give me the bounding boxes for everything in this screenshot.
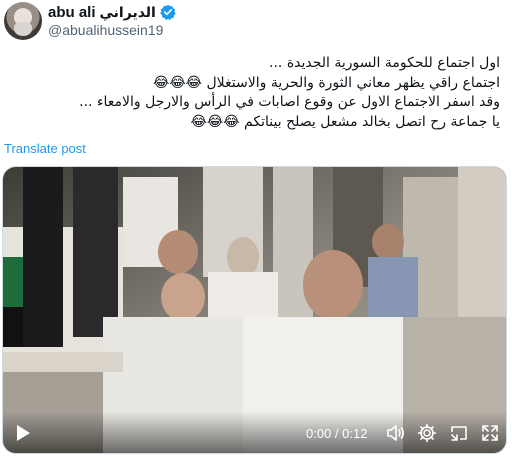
- video-player[interactable]: 0:00 / 0:12: [2, 166, 507, 454]
- picture-in-picture-button[interactable]: [448, 422, 470, 444]
- tweet-text: اول اجتماع للحكومة السورية الجديدة ... ا…: [8, 54, 500, 132]
- tweet-line: اجتماع راقي يظهر معاني الثورة والحرية وا…: [152, 74, 500, 91]
- video-time: 0:00 / 0:12: [306, 426, 368, 441]
- translate-post-link[interactable]: Translate post: [4, 141, 86, 156]
- play-icon: [17, 425, 30, 441]
- author-name-arabic[interactable]: الديراني: [100, 4, 156, 21]
- author-name-row[interactable]: abu ali الديراني: [48, 3, 176, 21]
- gear-icon: [417, 423, 437, 443]
- tweet-line: اول اجتماع للحكومة السورية الجديدة ...: [269, 55, 500, 71]
- fullscreen-button[interactable]: [479, 422, 501, 444]
- volume-button[interactable]: [384, 422, 406, 444]
- picture-in-picture-icon: [451, 426, 467, 441]
- volume-icon: [387, 425, 404, 441]
- tweet-header: abu ali الديراني @abualihussein19: [0, 0, 512, 50]
- tweet-line: يا جماعة رح اتصل بخالد مشعل يصلح بيناتكم…: [190, 113, 500, 130]
- video-controls-bar: 0:00 / 0:12: [3, 411, 506, 453]
- avatar[interactable]: [4, 2, 42, 40]
- author-handle[interactable]: @abualihussein19: [48, 22, 163, 38]
- play-button[interactable]: [13, 423, 33, 443]
- tweet-line: وقد اسفر الاجتماع الاول عن وقوع اصابات ف…: [79, 94, 500, 110]
- author-name-latin[interactable]: abu ali: [48, 4, 96, 21]
- fullscreen-icon: [482, 425, 498, 441]
- settings-button[interactable]: [416, 422, 438, 444]
- verified-badge-icon: [160, 4, 176, 20]
